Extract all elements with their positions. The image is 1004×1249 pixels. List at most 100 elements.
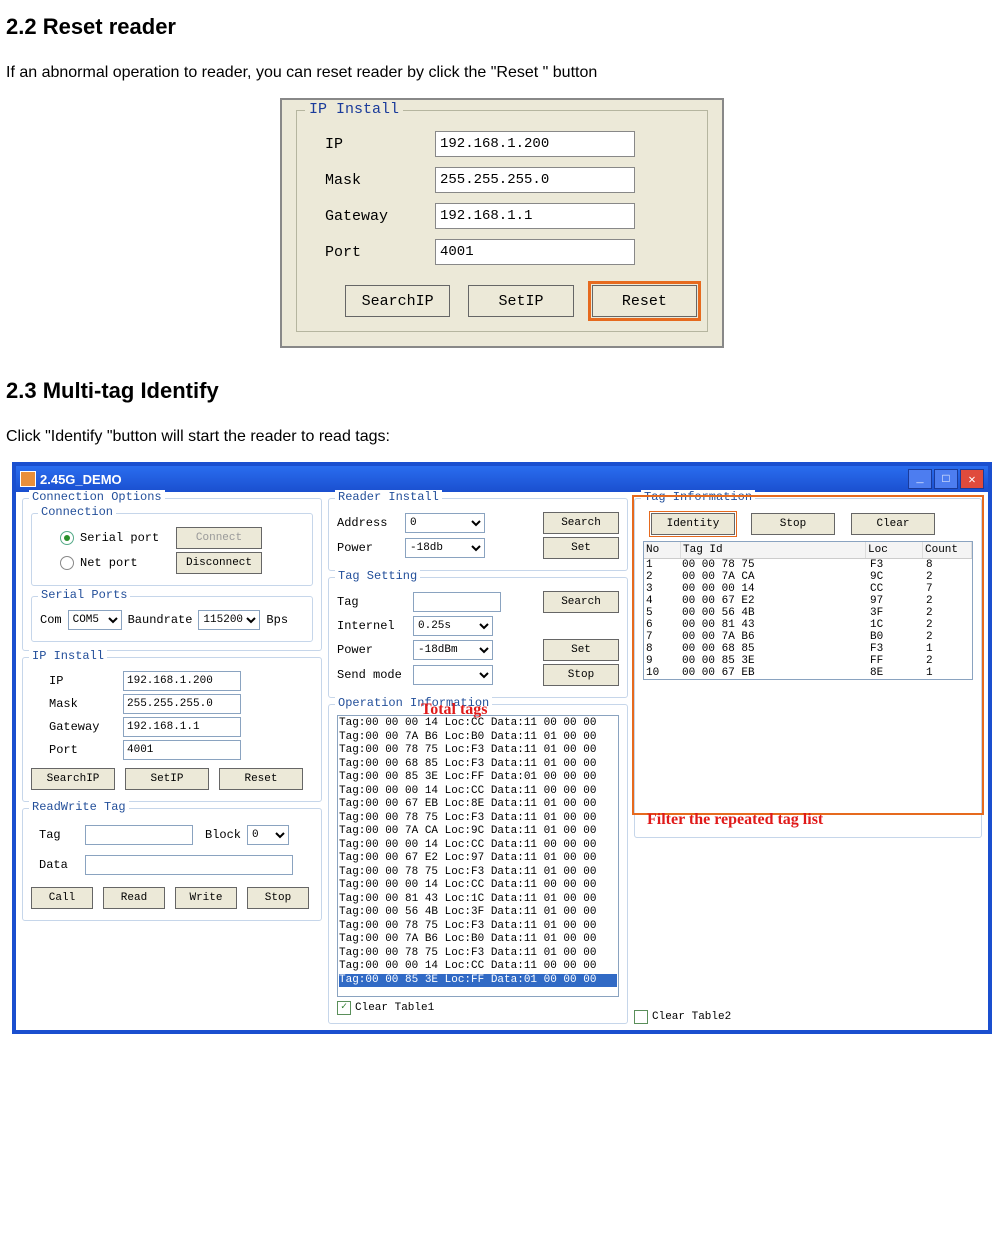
ts-sendmode-select[interactable]: [413, 665, 493, 685]
ts-search-button[interactable]: Search: [543, 591, 619, 613]
minimize-button[interactable]: _: [908, 469, 932, 489]
baud-label: Baundrate: [128, 613, 193, 627]
ts-set-button[interactable]: Set: [543, 639, 619, 661]
searchip-button[interactable]: SearchIP: [345, 285, 450, 317]
port-label: Port: [325, 244, 435, 261]
section-23-heading: 2.3 Multi-tag Identify: [6, 378, 998, 404]
gateway2-input[interactable]: [123, 717, 241, 737]
ip-input[interactable]: [435, 131, 635, 157]
net-port-label: Net port: [80, 556, 170, 570]
titlebar: 2.45G_DEMO _ □ ✕: [16, 466, 988, 492]
ri-set-button[interactable]: Set: [543, 537, 619, 559]
ti-clear-button[interactable]: Clear: [851, 513, 935, 535]
setip-button[interactable]: SetIP: [468, 285, 573, 317]
rwtag-data-input[interactable]: [85, 855, 293, 875]
baud-select[interactable]: 115200: [198, 610, 260, 630]
rw-stop-button[interactable]: Stop: [247, 887, 309, 909]
clear-table1-checkbox[interactable]: [337, 1001, 351, 1015]
connect-button[interactable]: Connect: [176, 527, 262, 549]
table-row[interactable]: 900 00 85 3EFF2: [644, 655, 972, 667]
table-row[interactable]: 1000 00 67 EB8E1: [644, 667, 972, 679]
clear-table2-checkbox[interactable]: [634, 1010, 648, 1024]
serial-ports-title: Serial Ports: [38, 588, 130, 602]
table-row[interactable]: 300 00 00 14CC7: [644, 583, 972, 595]
write-button[interactable]: Write: [175, 887, 237, 909]
reset-button[interactable]: Reset: [592, 285, 697, 317]
table-row[interactable]: 200 00 7A CA9C2: [644, 571, 972, 583]
tag-table-body: 100 00 78 75F38200 00 7A CA9C2300 00 00 …: [644, 559, 972, 679]
ip2-label: IP: [49, 674, 117, 688]
section-23-intro: Click "Identify "button will start the r…: [6, 428, 998, 446]
table-row[interactable]: 500 00 56 4B3F2: [644, 607, 972, 619]
ts-internel-select[interactable]: 0.25s: [413, 616, 493, 636]
ri-power-select[interactable]: -18db: [405, 538, 485, 558]
rwtag-tag-label: Tag: [39, 828, 79, 842]
table-row[interactable]: 700 00 7A B6B02: [644, 631, 972, 643]
rwtag-data-label: Data: [39, 858, 79, 872]
clear-table2-label: Clear Table2: [652, 1011, 731, 1023]
readwrite-tag-title: ReadWrite Tag: [29, 800, 129, 814]
mask2-input[interactable]: [123, 694, 241, 714]
operation-info-listbox[interactable]: Tag:00 00 00 14 Loc:CC Data:11 00 00 00T…: [337, 715, 619, 997]
table-row[interactable]: 100 00 78 75F38: [644, 559, 972, 571]
tag-information-title: Tag Information: [641, 490, 755, 504]
ts-tag-input[interactable]: [413, 592, 501, 612]
reader-install-title: Reader Install: [335, 490, 442, 504]
rwtag-tag-input[interactable]: [85, 825, 193, 845]
ts-internel-label: Internel: [337, 619, 407, 633]
port2-label: Port: [49, 743, 117, 757]
rwtag-block-select[interactable]: 0: [247, 825, 289, 845]
call-button[interactable]: Call: [31, 887, 93, 909]
maximize-button[interactable]: □: [934, 469, 958, 489]
ip-label: IP: [325, 136, 435, 153]
connection-title: Connection: [38, 505, 116, 519]
demo-window: 2.45G_DEMO _ □ ✕ Connection Options Conn…: [12, 462, 992, 1034]
disconnect-button[interactable]: Disconnect: [176, 552, 262, 574]
table-row[interactable]: 800 00 68 85F31: [644, 643, 972, 655]
ts-tag-label: Tag: [337, 595, 407, 609]
ip2-input[interactable]: [123, 671, 241, 691]
table-row[interactable]: 600 00 81 431C2: [644, 619, 972, 631]
annotation-filter: Filter the repeated tag list: [647, 811, 823, 829]
com-label: Com: [40, 613, 62, 627]
mask2-label: Mask: [49, 697, 117, 711]
window-title: 2.45G_DEMO: [40, 472, 122, 487]
tag-setting-title: Tag Setting: [335, 569, 420, 583]
app-icon: [20, 471, 36, 487]
port-input[interactable]: [435, 239, 635, 265]
ts-power-label: Power: [337, 643, 407, 657]
section-22-heading: 2.2 Reset reader: [6, 14, 998, 40]
ip-install-groupbox-title: IP Install: [305, 101, 403, 118]
read-button[interactable]: Read: [103, 887, 165, 909]
address-select[interactable]: 0: [405, 513, 485, 533]
searchip2-button[interactable]: SearchIP: [31, 768, 115, 790]
th-tagid: Tag Id: [681, 542, 866, 558]
address-label: Address: [337, 516, 399, 530]
table-row[interactable]: 400 00 67 E2972: [644, 595, 972, 607]
gateway-input[interactable]: [435, 203, 635, 229]
ri-power-label: Power: [337, 541, 399, 555]
ts-power-select[interactable]: -18dBm: [413, 640, 493, 660]
identity-button[interactable]: Identity: [651, 513, 735, 535]
ti-stop-button[interactable]: Stop: [751, 513, 835, 535]
serial-port-radio[interactable]: [60, 531, 74, 545]
mask-label: Mask: [325, 172, 435, 189]
annotation-total-tags: Total tags: [421, 701, 488, 719]
com-select[interactable]: COM5: [68, 610, 122, 630]
ts-stop-button[interactable]: Stop: [543, 664, 619, 686]
gateway2-label: Gateway: [49, 720, 117, 734]
setip2-button[interactable]: SetIP: [125, 768, 209, 790]
mask-input[interactable]: [435, 167, 635, 193]
port2-input[interactable]: [123, 740, 241, 760]
connection-options-title: Connection Options: [29, 490, 165, 504]
ip-install-screenshot: IP Install IP Mask Gateway Port SearchIP…: [280, 98, 724, 348]
close-button[interactable]: ✕: [960, 469, 984, 489]
reset2-button[interactable]: Reset: [219, 768, 303, 790]
clear-table1-label: Clear Table1: [355, 1002, 434, 1014]
ri-search-button[interactable]: Search: [543, 512, 619, 534]
serial-port-label: Serial port: [80, 531, 170, 545]
th-count: Count: [923, 542, 972, 558]
th-loc: Loc: [866, 542, 923, 558]
ts-sendmode-label: Send mode: [337, 668, 407, 682]
net-port-radio[interactable]: [60, 556, 74, 570]
